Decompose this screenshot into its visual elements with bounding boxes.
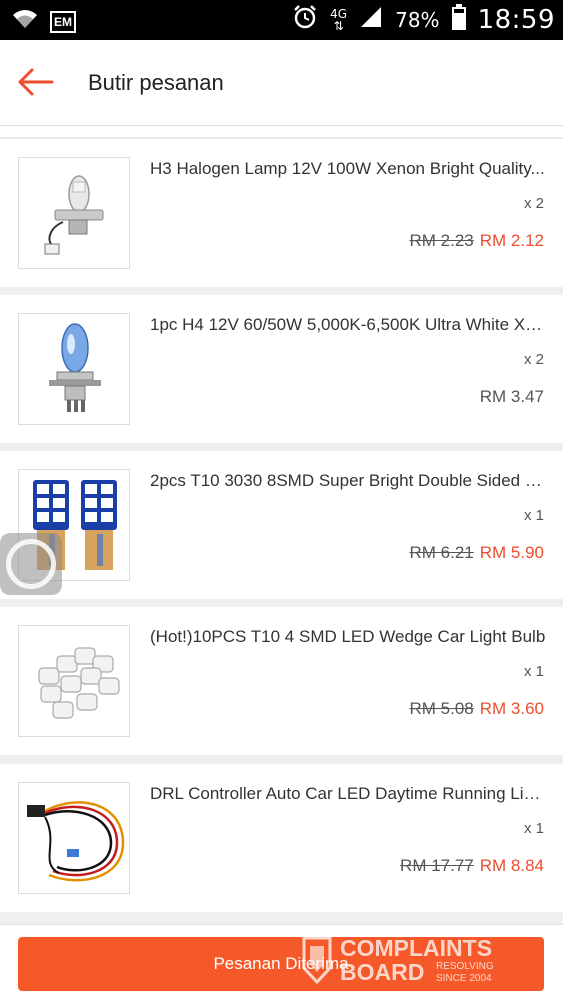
original-price: RM 5.08 — [409, 699, 474, 718]
product-price: RM 2.23 RM 2.12 — [410, 231, 545, 251]
product-quantity: x 1 — [523, 820, 544, 837]
floating-assistive-button[interactable] — [0, 533, 62, 595]
original-price: RM 2.23 — [409, 231, 474, 250]
em-icon: EM — [50, 10, 76, 33]
sale-price: RM 8.84 — [479, 856, 544, 875]
product-price: RM 5.08 RM 3.60 — [410, 699, 545, 719]
signal-icon — [359, 5, 383, 34]
order-item[interactable]: 1pc H4 12V 60/50W 5,000K-6,500K Ultra Wh… — [0, 295, 563, 443]
order-item-list[interactable]: H3 Halogen Lamp 12V 100W Xenon Bright Qu… — [0, 126, 563, 912]
product-title[interactable]: (Hot!)10PCS T10 4 SMD LED Wedge Car Ligh… — [150, 627, 546, 647]
order-received-button[interactable]: Pesanan Diterima — [18, 937, 544, 991]
battery-percent: 78% — [395, 7, 440, 32]
product-quantity: x 2 — [523, 351, 544, 368]
product-quantity: x 1 — [523, 663, 544, 680]
product-title[interactable]: 1pc H4 12V 60/50W 5,000K-6,500K Ultra Wh… — [150, 315, 546, 335]
sale-price: RM 3.60 — [479, 699, 544, 718]
app-bar: Butir pesanan — [0, 40, 563, 126]
alarm-icon — [292, 4, 318, 35]
original-price: RM 6.21 — [409, 543, 474, 562]
product-thumbnail — [18, 625, 130, 737]
sale-price: RM 5.90 — [479, 543, 544, 562]
back-button[interactable] — [14, 62, 58, 102]
page-title: Butir pesanan — [88, 70, 224, 95]
original-price: RM 17.77 — [400, 856, 474, 875]
battery-icon — [451, 4, 466, 35]
product-quantity: x 2 — [523, 195, 544, 212]
ring-icon — [6, 539, 56, 589]
wifi-icon — [12, 8, 38, 35]
product-thumbnail — [18, 157, 130, 269]
clock-time: 18:59 — [477, 4, 555, 35]
product-price-value: RM 3.47 — [479, 387, 544, 406]
product-title[interactable]: H3 Halogen Lamp 12V 100W Xenon Bright Qu… — [150, 159, 546, 179]
status-bar: EM 4G ⇅ 78% 18:59 — [0, 0, 563, 40]
order-item[interactable]: H3 Halogen Lamp 12V 100W Xenon Bright Qu… — [0, 139, 563, 287]
order-item[interactable]: (Hot!)10PCS T10 4 SMD LED Wedge Car Ligh… — [0, 607, 563, 755]
sale-price: RM 2.12 — [479, 231, 544, 250]
back-arrow-icon — [14, 68, 58, 106]
halogen-bulb-icon — [19, 158, 129, 268]
list-top-edge — [0, 126, 563, 138]
product-thumbnail — [18, 313, 130, 425]
product-price: RM 6.21 RM 5.90 — [410, 543, 545, 563]
product-title[interactable]: 2pcs T10 3030 8SMD Super Bright Double S… — [150, 471, 546, 491]
network-indicator: 4G ⇅ — [330, 6, 348, 33]
product-thumbnail — [18, 782, 130, 894]
bottom-action-bar: Pesanan Diterima COMPLAINTS BOARD RESOLV… — [0, 924, 563, 1000]
product-quantity: x 1 — [523, 507, 544, 524]
product-title[interactable]: DRL Controller Auto Car LED Daytime Runn… — [150, 784, 546, 804]
order-received-label: Pesanan Diterima — [213, 954, 349, 973]
order-item[interactable]: DRL Controller Auto Car LED Daytime Runn… — [0, 764, 563, 912]
product-price: RM 3.47 — [480, 387, 544, 407]
order-item[interactable]: 2pcs T10 3030 8SMD Super Bright Double S… — [0, 451, 563, 599]
product-price: RM 17.77 RM 8.84 — [400, 856, 544, 876]
led-set-icon — [19, 626, 129, 736]
blue-bulb-icon — [19, 314, 129, 424]
wire-controller-icon — [19, 783, 129, 893]
